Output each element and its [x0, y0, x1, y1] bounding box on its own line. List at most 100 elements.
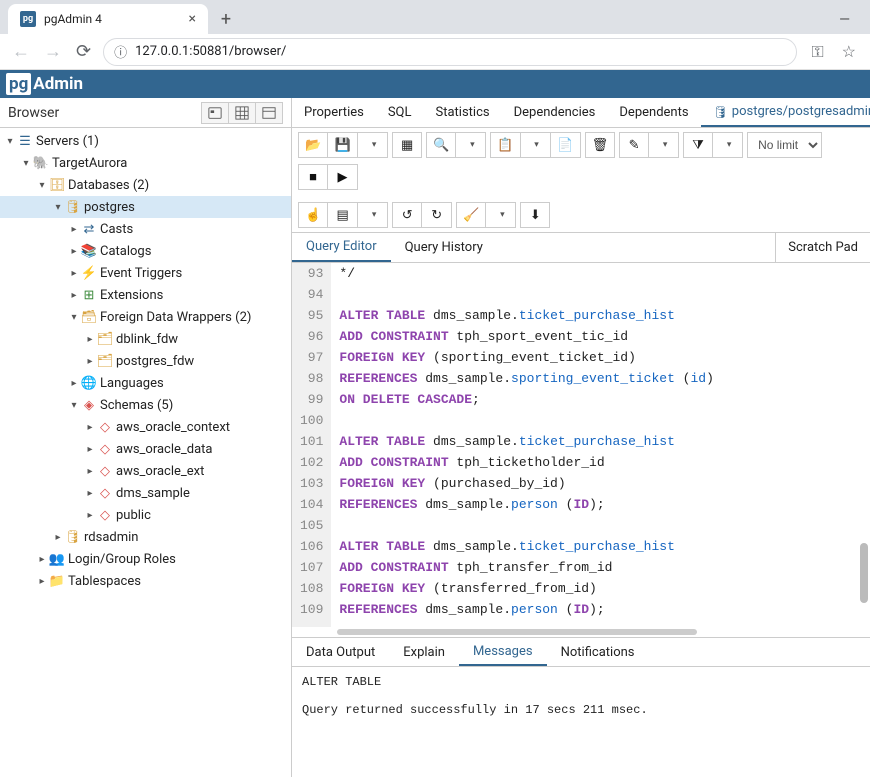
cursor-icon[interactable]: ☝	[298, 202, 328, 228]
tab-statistics[interactable]: Statistics	[424, 98, 502, 127]
tree-node-casts[interactable]: ⇄Casts	[0, 218, 291, 240]
tree-node-servers[interactable]: ☰Servers (1)	[0, 130, 291, 152]
limit-select[interactable]: No limit	[747, 132, 822, 158]
tree-node-dblink-fdw[interactable]: 🗂dblink_fdw	[0, 328, 291, 350]
tree-node-login-roles[interactable]: 👥Login/Group Roles	[0, 548, 291, 570]
tree-node-event-triggers[interactable]: ⚡Event Triggers	[0, 262, 291, 284]
open-file-icon[interactable]: 📂	[298, 132, 328, 158]
fdw-item-icon: 🗂	[96, 354, 114, 369]
tree-node-rdsadmin[interactable]: 🛢rdsadmin	[0, 526, 291, 548]
tab-explain[interactable]: Explain	[389, 638, 459, 666]
save-file-icon[interactable]: 💾	[328, 132, 358, 158]
table-dropdown[interactable]	[358, 202, 388, 228]
download-icon[interactable]: ⬇	[520, 202, 550, 228]
schema-icon: ◇	[96, 442, 114, 457]
new-tab-button[interactable]: +	[212, 9, 240, 34]
tab-dependencies[interactable]: Dependencies	[502, 98, 608, 127]
tree-node-aws-oracle-data[interactable]: ◇aws_oracle_data	[0, 438, 291, 460]
search-icon[interactable]: 🔍	[426, 132, 456, 158]
delete-icon[interactable]: 🗑	[585, 132, 616, 158]
tab-query-history[interactable]: Query History	[391, 233, 497, 262]
tree-node-postgres[interactable]: 🛢postgres	[0, 196, 291, 218]
main-tabs: Properties SQL Statistics Dependencies D…	[292, 98, 870, 128]
tab-notifications[interactable]: Notifications	[547, 638, 649, 666]
tree-node-aws-oracle-ext[interactable]: ◇aws_oracle_ext	[0, 460, 291, 482]
favicon: pg	[20, 11, 36, 27]
tab-dependents[interactable]: Dependents	[607, 98, 700, 127]
save-dropdown[interactable]	[358, 132, 388, 158]
copy-dropdown[interactable]	[521, 132, 551, 158]
key-icon[interactable]: ⚿	[807, 42, 827, 62]
tab-query-editor[interactable]: Query Editor	[292, 233, 391, 262]
stop-icon[interactable]: ■	[298, 164, 328, 190]
messages-output: ALTER TABLE Query returned successfully …	[292, 667, 870, 777]
panel-btn-filter-icon[interactable]	[256, 102, 283, 124]
tab-sql[interactable]: SQL	[376, 98, 424, 127]
query-toolbar: 📂 💾 ▦ 🔍 📋 📄 🗑 ✎	[292, 128, 870, 233]
editor-tabs: Query Editor Query History Scratch Pad	[292, 233, 870, 263]
panel-btn-grid-icon[interactable]	[229, 102, 256, 124]
panel-header: Browser	[0, 98, 291, 128]
grid-icon[interactable]: ▦	[392, 132, 422, 158]
tree-node-schemas[interactable]: ◈Schemas (5)	[0, 394, 291, 416]
login-roles-icon: 👥	[48, 552, 66, 567]
close-tab-icon[interactable]: ×	[189, 11, 196, 27]
panel-btn-preferences-icon[interactable]	[201, 102, 229, 124]
schema-icon: ◇	[96, 420, 114, 435]
run-icon[interactable]: ▶	[328, 164, 358, 190]
languages-icon: 🌐	[80, 376, 98, 391]
filter-icon[interactable]: ⧩	[683, 132, 713, 158]
tree-node-catalogs[interactable]: 📚Catalogs	[0, 240, 291, 262]
commit-rollback-icon[interactable]: ↺	[392, 202, 422, 228]
tree-node-extensions[interactable]: ⊞Extensions	[0, 284, 291, 306]
url-text: 127.0.0.1:50881/browser/	[135, 44, 286, 59]
tab-scratch-pad[interactable]: Scratch Pad	[775, 233, 870, 262]
paste-icon[interactable]: 📄	[551, 132, 581, 158]
tab-query-tool[interactable]: 🛢 postgres/postgresadmin@	[701, 98, 870, 127]
tab-properties[interactable]: Properties	[292, 98, 376, 127]
tree-node-databases[interactable]: 🗄Databases (2)	[0, 174, 291, 196]
clear-icon[interactable]: 🧹	[456, 202, 486, 228]
star-icon[interactable]: ☆	[838, 42, 860, 61]
schema-icon: ◇	[96, 464, 114, 479]
tree-node-dms-sample[interactable]: ◇dms_sample	[0, 482, 291, 504]
reload-icon[interactable]: ⟳	[74, 41, 93, 62]
tree-node-aws-oracle-context[interactable]: ◇aws_oracle_context	[0, 416, 291, 438]
fdw-icon: 🗃	[80, 310, 98, 325]
database-icon: 🛢	[713, 105, 728, 119]
copy-icon[interactable]: 📋	[490, 132, 520, 158]
browser-panel: Browser ☰Servers (1) 🐘TargetAurora	[0, 98, 292, 777]
url-bar[interactable]: ⓘ 127.0.0.1:50881/browser/	[103, 38, 797, 66]
info-icon: ⓘ	[114, 42, 127, 61]
browser-tabs: pg pgAdmin 4 × + —	[0, 0, 870, 34]
search-dropdown[interactable]	[456, 132, 486, 158]
clear-dropdown[interactable]	[486, 202, 516, 228]
tree-node-postgres-fdw[interactable]: 🗂postgres_fdw	[0, 350, 291, 372]
tree-node-fdw[interactable]: 🗃Foreign Data Wrappers (2)	[0, 306, 291, 328]
tree-node-languages[interactable]: 🌐Languages	[0, 372, 291, 394]
code-editor[interactable]: 9394959697989910010110210310410510610710…	[292, 263, 870, 627]
minimize-icon[interactable]: —	[839, 12, 850, 28]
horizontal-scrollbar[interactable]	[292, 627, 870, 637]
object-tree[interactable]: ☰Servers (1) 🐘TargetAurora 🗄Databases (2…	[0, 128, 291, 777]
database-icon: 🛢	[64, 200, 82, 215]
tree-node-tablespaces[interactable]: 📁Tablespaces	[0, 570, 291, 592]
tree-node-public[interactable]: ◇public	[0, 504, 291, 526]
browser-tab[interactable]: pg pgAdmin 4 ×	[8, 4, 208, 34]
tab-data-output[interactable]: Data Output	[292, 638, 389, 666]
tab-messages[interactable]: Messages	[459, 638, 547, 666]
filter-dropdown[interactable]	[713, 132, 743, 158]
tree-node-targetaurora[interactable]: 🐘TargetAurora	[0, 152, 291, 174]
commit-icon[interactable]: ↻	[422, 202, 452, 228]
table-icon[interactable]: ▤	[328, 202, 358, 228]
server-group-icon: ☰	[16, 134, 34, 149]
vertical-scrollbar[interactable]	[860, 543, 868, 603]
app-title: Admin	[33, 74, 83, 94]
forward-icon[interactable]: →	[42, 41, 64, 62]
panel-title: Browser	[8, 105, 59, 121]
fdw-item-icon: 🗂	[96, 332, 114, 347]
edit-icon[interactable]: ✎	[619, 132, 649, 158]
back-icon[interactable]: ←	[10, 41, 32, 62]
edit-dropdown[interactable]	[649, 132, 679, 158]
schema-icon: ◇	[96, 508, 114, 523]
